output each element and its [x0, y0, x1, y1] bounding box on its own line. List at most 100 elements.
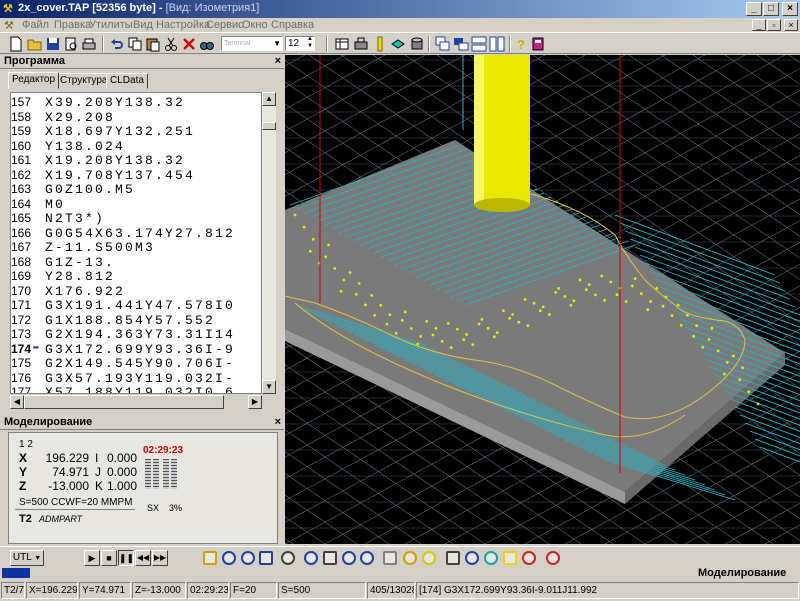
font-select[interactable]: Terminal ▼ — [221, 36, 283, 51]
tab-structure[interactable]: Структура — [56, 73, 112, 89]
measure-icon[interactable] — [203, 551, 217, 565]
mode-select[interactable]: UTL ▼ — [10, 550, 44, 566]
mdi-close-button[interactable]: × — [784, 19, 798, 31]
code-line[interactable]: 175 G2X149.545Y90.706I- — [11, 356, 261, 371]
show-stock-icon[interactable] — [403, 551, 417, 565]
pause-button[interactable]: ❚❚ — [118, 550, 134, 566]
simulation-panel-close-button[interactable]: × — [275, 416, 281, 428]
code-line[interactable]: 167 Z-11.S500M3 — [11, 240, 261, 255]
stock-icon[interactable] — [390, 36, 406, 52]
mdi-minimize-button[interactable]: _ — [752, 19, 766, 31]
hscroll-thumb[interactable] — [24, 395, 224, 409]
code-line[interactable]: 165 N2T3*) — [11, 211, 261, 226]
settings-table-icon[interactable] — [334, 36, 350, 52]
open-folder-icon[interactable] — [27, 36, 43, 52]
paste-icon[interactable] — [145, 36, 161, 52]
code-line[interactable]: 163 G0Z100.M5 — [11, 182, 261, 197]
pan-icon[interactable] — [323, 551, 337, 565]
scroll-down-button[interactable]: ▼ — [262, 380, 276, 394]
dynamic-icon[interactable] — [383, 551, 397, 565]
cut-icon[interactable] — [163, 36, 179, 52]
step-back-button[interactable]: ◀◀ — [135, 550, 151, 566]
print-icon[interactable] — [81, 36, 97, 52]
code-line[interactable]: 166 G0G54X63.174Y27.812 — [11, 226, 261, 241]
minimize-button[interactable]: _ — [746, 2, 762, 16]
stop-button[interactable]: ■ — [101, 550, 117, 566]
section-icon[interactable] — [522, 551, 536, 565]
code-line[interactable]: 169 Y28.812 — [11, 269, 261, 284]
code-line[interactable]: 176 G3X57.193Y119.032I- — [11, 371, 261, 386]
isometric-view[interactable] — [285, 55, 800, 544]
tile-horizontal-icon[interactable] — [471, 36, 487, 52]
scroll-thumb[interactable] — [262, 122, 276, 130]
menu-utilities[interactable]: Утилиты — [89, 19, 133, 31]
view-cube-icon[interactable] — [281, 551, 295, 565]
code-line[interactable]: 177 X57.188Y119.032I0.6 — [11, 385, 261, 393]
menu-view[interactable]: Вид — [133, 19, 153, 31]
code-line[interactable]: 158 X29.208 — [11, 110, 261, 125]
menu-service[interactable]: Сервис — [206, 19, 244, 31]
code-line[interactable]: 174 ➨ G3X172.699Y93.36I-9 — [11, 342, 261, 357]
code-line[interactable]: 162 X19.708Y137.454 — [11, 168, 261, 183]
tile-vertical-icon[interactable] — [489, 36, 505, 52]
find-icon[interactable] — [199, 36, 215, 52]
program-panel-close-button[interactable]: × — [275, 55, 281, 67]
close-button[interactable]: × — [782, 2, 798, 16]
cascade-windows-icon[interactable] — [435, 36, 451, 52]
zoom-window-icon[interactable] — [222, 551, 236, 565]
tool-icon[interactable] — [372, 36, 388, 52]
3d-viewport[interactable] — [285, 55, 800, 544]
cut-plane-icon[interactable] — [546, 551, 560, 565]
tile-windows-icon[interactable] — [453, 36, 469, 52]
mdi-restore-button[interactable]: ▫ — [767, 19, 781, 31]
code-line[interactable]: 168 G1Z-13. — [11, 255, 261, 270]
code-line[interactable]: 159 X18.697Y132.251 — [11, 124, 261, 139]
show-tool-icon[interactable] — [422, 551, 436, 565]
code-line[interactable]: 157 X39.208Y138.32 — [11, 95, 261, 110]
show-grid-icon[interactable] — [446, 551, 460, 565]
menu-settings[interactable]: Настройка — [156, 19, 210, 31]
tab-cldata[interactable]: CLData — [106, 73, 148, 89]
code-editor[interactable]: 157 X39.208Y138.32 158 X29.208 159 X18.697Y13… — [10, 92, 262, 394]
zoom-in-icon[interactable] — [241, 551, 255, 565]
machine-icon[interactable] — [353, 36, 369, 52]
status-position: 405/13028 — [367, 582, 415, 599]
book-icon[interactable] — [530, 36, 546, 52]
delete-icon[interactable] — [181, 36, 197, 52]
scroll-up-button[interactable]: ▲ — [262, 92, 276, 106]
code-line[interactable]: 170 X176.922 — [11, 284, 261, 299]
code-line[interactable]: 171 G3X191.441Y47.578I0 — [11, 298, 261, 313]
code-line[interactable]: 164 M0 — [11, 197, 261, 212]
rotate-icon[interactable] — [342, 551, 356, 565]
scroll-left-button[interactable]: ◀ — [10, 395, 24, 409]
copy-icon[interactable] — [127, 36, 143, 52]
axes-icon[interactable] — [465, 551, 479, 565]
print-preview-icon[interactable] — [63, 36, 79, 52]
menu-file[interactable]: Файл — [22, 19, 49, 31]
code-line[interactable]: 172 G1X188.854Y57.552 — [11, 313, 261, 328]
code-line[interactable]: 173 G2X194.363Y73.31I14 — [11, 327, 261, 342]
play-button[interactable]: ▶ — [84, 550, 100, 566]
menu-window[interactable]: Окно — [242, 19, 268, 31]
new-file-icon[interactable] — [8, 36, 24, 52]
zoom-all-icon[interactable] — [360, 551, 374, 565]
menu-edit[interactable]: Правка — [54, 19, 91, 31]
code-line[interactable]: 160 Y138.024 — [11, 139, 261, 154]
tab-editor[interactable]: Редактор — [8, 72, 60, 89]
help-icon[interactable]: ? — [513, 36, 529, 52]
editor-scrollbar[interactable]: ▲ ▼ — [262, 92, 276, 394]
scroll-right-button[interactable]: ▶ — [248, 395, 262, 409]
cylinder-icon[interactable] — [409, 36, 425, 52]
menu-help[interactable]: Справка — [271, 19, 314, 31]
undo-icon[interactable] — [109, 36, 125, 52]
maximize-button[interactable]: □ — [763, 2, 779, 16]
show-part-icon[interactable] — [484, 551, 498, 565]
save-icon[interactable] — [45, 36, 61, 52]
editor-hscrollbar[interactable]: ◀ ▶ — [8, 395, 278, 409]
show-holder-icon[interactable] — [503, 551, 517, 565]
zoom-out-icon[interactable] — [259, 551, 273, 565]
code-line[interactable]: 161 X19.208Y138.32 — [11, 153, 261, 168]
font-size-spinner[interactable]: 12 ▲ ▼ — [285, 36, 315, 51]
zoom-fit-icon[interactable] — [304, 551, 318, 565]
step-forward-button[interactable]: ▶▶ — [152, 550, 168, 566]
